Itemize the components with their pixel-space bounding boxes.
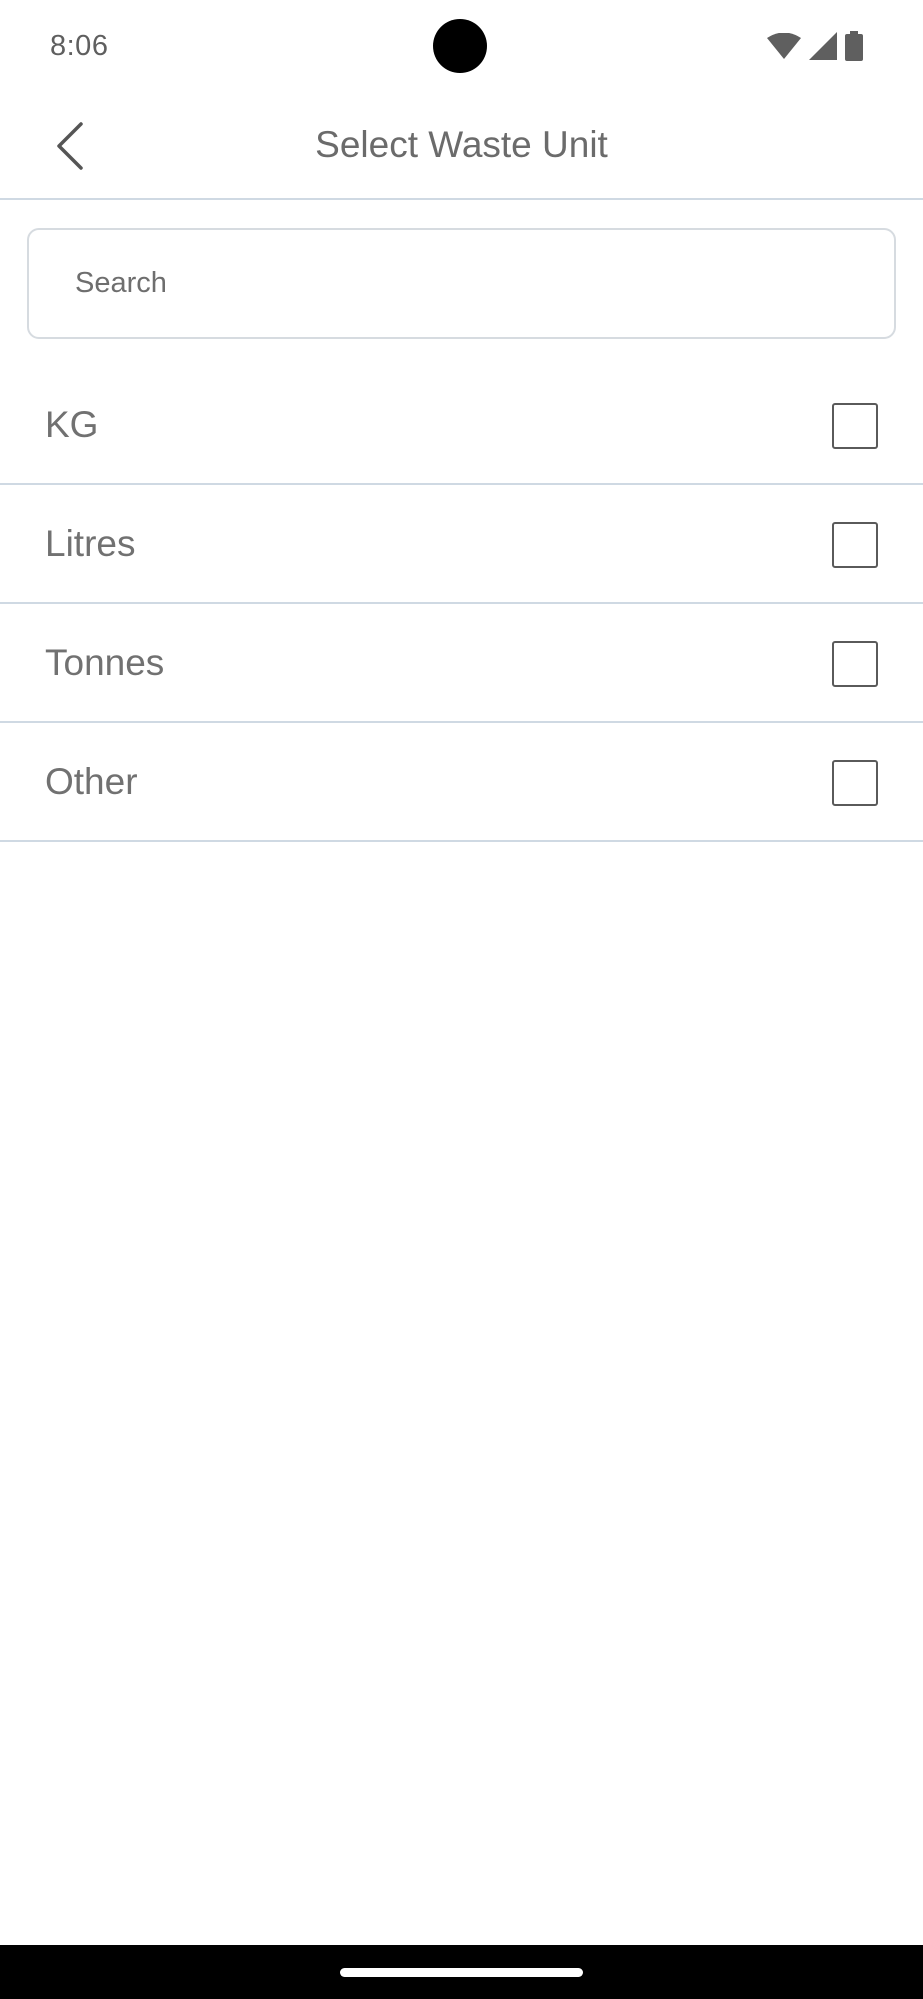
system-nav-bar: [0, 1945, 923, 1999]
status-time: 8:06: [50, 30, 109, 62]
signal-icon: [809, 32, 837, 60]
unit-label: Tonnes: [45, 642, 165, 683]
unit-list: KG Litres Tonnes Other: [0, 366, 923, 842]
list-item-other[interactable]: Other: [0, 723, 923, 842]
unit-label: KG: [45, 404, 99, 445]
camera-cutout: [433, 19, 487, 73]
list-item-kg[interactable]: KG: [0, 366, 923, 485]
app-header: Select Waste Unit: [0, 96, 923, 200]
page-title: Select Waste Unit: [315, 124, 608, 165]
unit-label: Litres: [45, 523, 136, 564]
battery-icon: [845, 31, 863, 61]
checkbox-kg[interactable]: [832, 403, 878, 449]
checkbox-litres[interactable]: [832, 522, 878, 568]
search-input[interactable]: [29, 230, 894, 337]
checkbox-tonnes[interactable]: [832, 641, 878, 687]
checkbox-other[interactable]: [832, 760, 878, 806]
list-item-litres[interactable]: Litres: [0, 485, 923, 604]
search-box: [27, 228, 896, 339]
status-bar: 8:06: [0, 0, 923, 96]
screen: 8:06 Select Waste Unit KG: [0, 0, 923, 1999]
status-icons: [767, 30, 863, 62]
home-gesture-handle[interactable]: [340, 1968, 583, 1977]
unit-label: Other: [45, 761, 138, 802]
list-item-tonnes[interactable]: Tonnes: [0, 604, 923, 723]
wifi-icon: [767, 33, 801, 59]
